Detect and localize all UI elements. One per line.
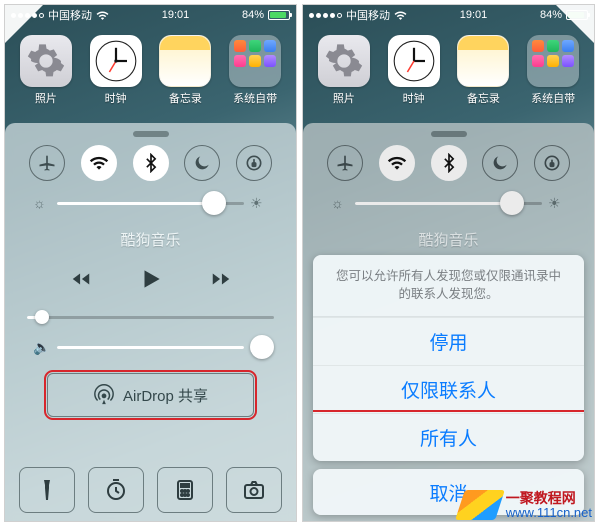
now-playing-title: 酷狗音乐 [317,229,580,250]
brightness-high-icon: ☀ [548,195,566,212]
screenshot-left: 中国移动 19:01 84% 照片 时钟 备忘录 [4,4,297,522]
next-button[interactable] [210,268,232,295]
watermark-site-name: 一聚教程网 [506,491,592,506]
battery-indicator: 84% [242,9,290,21]
bluetooth-toggle[interactable] [133,145,169,181]
bluetooth-toggle [431,145,467,181]
rotation-lock-toggle [534,145,570,181]
app-label: 照片 [35,90,57,106]
airdrop-label: AirDrop 共享 [123,385,208,406]
carrier-label: 中国移动 [346,7,390,23]
quick-launch-row [19,467,282,513]
watermark-site-url: www.111cn.net [506,506,592,520]
app-clock[interactable]: 时钟 [88,35,144,106]
dnd-toggle [482,145,518,181]
airdrop-button[interactable]: AirDrop 共享 [47,373,254,417]
app-label: 照片 [333,90,355,106]
airdrop-action-sheet: 您可以允许所有人发现您或仅限通讯录中的联系人发现您。 停用 仅限联系人 所有人 … [313,255,584,516]
wifi-icon [96,10,109,20]
wifi-toggle[interactable] [81,145,117,181]
app-notes[interactable]: 备忘录 [157,35,213,106]
app-clock[interactable]: 时钟 [386,35,442,106]
grabber-handle[interactable] [133,131,169,137]
airplane-toggle[interactable] [29,145,65,181]
home-apps-row: 照片 时钟 备忘录 系统自带 [5,29,296,108]
gear-icon [26,41,66,81]
home-apps-row: 照片 时钟 备忘录 系统自带 [303,29,594,108]
prev-button[interactable] [70,268,92,295]
grabber-handle [431,131,467,137]
app-photos[interactable]: 照片 [316,35,372,106]
timer-button[interactable] [88,467,144,513]
watermark: 一聚教程网 www.111cn.net [460,490,592,520]
carrier-label: 中国移动 [48,7,92,23]
app-photos[interactable]: 照片 [18,35,74,106]
app-label: 备忘录 [169,90,202,106]
app-folder[interactable]: 系统自带 [227,35,283,106]
scrub-slider[interactable] [27,305,274,329]
sheet-option-contacts[interactable]: 仅限联系人 [313,365,584,413]
sheet-option-disable[interactable]: 停用 [313,317,584,365]
flashlight-button[interactable] [19,467,75,513]
cc-toggles [29,145,272,181]
brightness-high-icon: ☀ [250,195,268,212]
brightness-slider: ☼ ☀ [325,191,572,215]
airdrop-icon [93,384,115,406]
folder-icon [229,35,281,87]
app-label: 系统自带 [531,90,575,106]
brightness-slider[interactable]: ☼ ☀ [27,191,274,215]
clock-label: 19:01 [162,9,190,21]
app-folder[interactable]: 系统自带 [525,35,581,106]
calculator-button[interactable] [157,467,213,513]
camera-button[interactable] [226,467,282,513]
dnd-toggle[interactable] [184,145,220,181]
screenshot-right: 中国移动 19:01 84% 照片 时钟 备忘录 系统自带 [302,4,595,522]
sheet-option-everyone[interactable]: 所有人 [313,413,584,461]
app-notes[interactable]: 备忘录 [455,35,511,106]
status-bar: 中国移动 19:01 84% [303,5,594,25]
media-controls [19,266,282,297]
app-label: 时钟 [403,90,425,106]
app-label: 时钟 [105,90,127,106]
brightness-low-icon: ☼ [331,195,349,211]
corner-decoration [556,5,594,43]
volume-low-icon: 🔈 [33,339,51,356]
control-center[interactable]: ☼ ☀ 酷狗音乐 🔈 🔊 [5,123,296,521]
sheet-message: 您可以允许所有人发现您或仅限通讯录中的联系人发现您。 [313,255,584,318]
wifi-icon [394,10,407,20]
watermark-logo-icon [455,490,505,520]
rotation-lock-toggle[interactable] [236,145,272,181]
volume-slider[interactable]: 🔈 🔊 [27,335,274,359]
notes-icon [159,35,211,87]
status-bar: 中国移动 19:01 84% [5,5,296,25]
signal-dots-icon [309,13,342,18]
clockface-icon [94,39,138,83]
clockface-icon [392,39,436,83]
app-label: 备忘录 [467,90,500,106]
wifi-toggle [379,145,415,181]
corner-decoration [5,5,43,43]
now-playing-title: 酷狗音乐 [19,229,282,250]
play-button[interactable] [138,266,164,297]
notes-icon [457,35,509,87]
airplane-toggle [327,145,363,181]
clock-label: 19:01 [460,9,488,21]
battery-pct: 84% [242,9,264,21]
gear-icon [324,41,364,81]
brightness-low-icon: ☼ [33,195,51,211]
app-label: 系统自带 [233,90,277,106]
